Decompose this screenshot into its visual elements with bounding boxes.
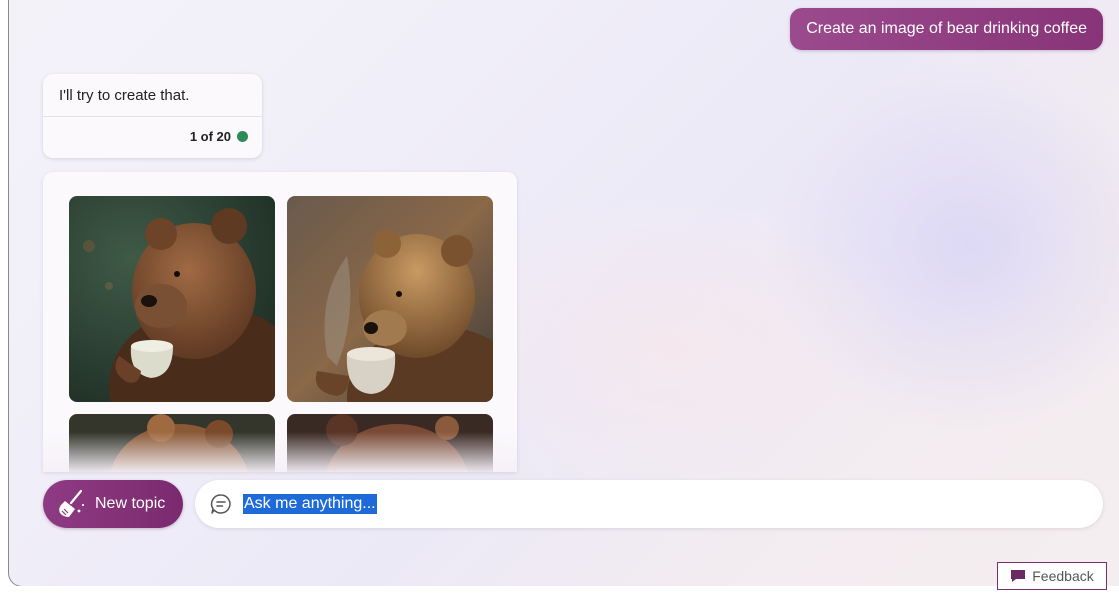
feedback-label: Feedback [1032,568,1094,584]
chat-panel: Create an image of bear drinking coffee … [8,0,1119,587]
input-placeholder-text: Ask me anything... [243,494,377,514]
bot-message-divider [43,116,262,117]
bot-message-text: I'll try to create that. [59,87,190,104]
image-results-card [43,172,517,472]
feedback-button[interactable]: Feedback [997,562,1107,590]
chat-bubble-icon [210,494,231,514]
new-topic-button[interactable]: New topic [43,480,183,528]
bear-drinking-coffee-image [69,196,275,402]
status-dot-icon [237,131,248,142]
broom-icon [59,489,85,517]
window-bottom-strip [0,586,1119,596]
user-message-bubble: Create an image of bear drinking coffee [790,8,1103,50]
turn-counter: 1 of 20 [190,129,248,144]
bear-drinking-coffee-image [287,196,493,402]
turn-counter-text: 1 of 20 [189,129,231,144]
ask-input[interactable]: Ask me anything... [195,480,1103,528]
bot-message-bubble: I'll try to create that. 1 of 20 [43,74,262,158]
generated-image-2[interactable] [287,196,493,402]
new-topic-label: New topic [95,495,166,512]
message-icon [1011,570,1026,582]
user-message-text: Create an image of bear drinking coffee [806,20,1087,37]
generated-image-1[interactable] [69,196,275,402]
scroll-fade [43,432,517,472]
